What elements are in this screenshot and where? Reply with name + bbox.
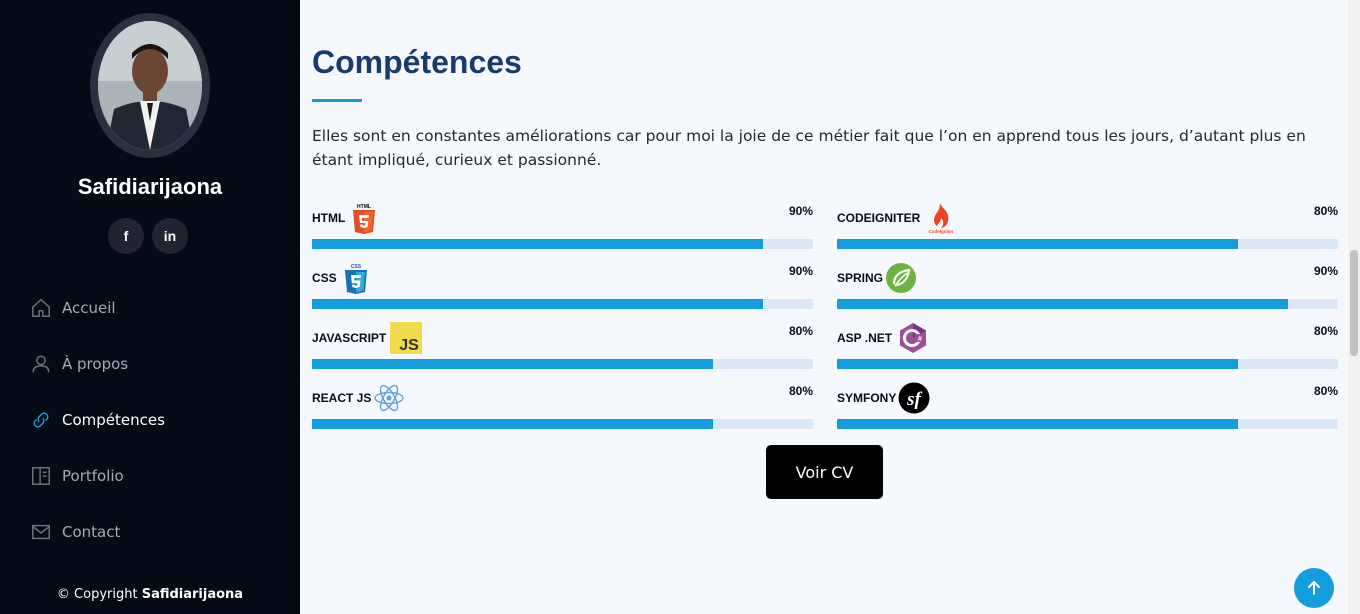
skill-percent: 80% bbox=[1313, 384, 1338, 398]
user-icon bbox=[32, 355, 50, 373]
svg-text:HTML: HTML bbox=[357, 204, 371, 210]
progress-fill bbox=[837, 359, 1238, 369]
codeigniter-icon: CodeIgniter bbox=[926, 201, 956, 235]
skill-label: ASP .NET bbox=[837, 331, 893, 345]
symfony-icon: sf bbox=[898, 382, 930, 414]
progress-bar bbox=[312, 239, 813, 249]
nav-label: Contact bbox=[62, 523, 121, 541]
skill-css: CSS CSS 90% bbox=[312, 260, 813, 320]
progress-fill bbox=[837, 239, 1238, 249]
skill-label: JAVASCRIPT bbox=[312, 331, 387, 345]
skill-label: SPRING bbox=[837, 271, 884, 285]
progress-bar bbox=[312, 359, 813, 369]
avatar bbox=[98, 21, 202, 150]
css3-icon: CSS bbox=[343, 262, 369, 294]
javascript-icon: JS bbox=[390, 322, 423, 354]
skills-left: HTML HTML 90% CSS CSS 90% JAVASCRIPT JS bbox=[312, 200, 813, 440]
arrow-up-icon bbox=[1308, 581, 1320, 595]
skill-percent: 80% bbox=[1313, 204, 1338, 218]
skill-percent: 80% bbox=[788, 384, 813, 398]
progress-fill bbox=[837, 419, 1238, 429]
nav-label: Accueil bbox=[62, 299, 116, 317]
intro-text: Elles sont en constantes améliorations c… bbox=[312, 127, 1306, 169]
copyright-prefix: © Copyright bbox=[56, 587, 138, 602]
nav-item-contact[interactable]: Contact bbox=[30, 504, 165, 560]
nav-menu: Accueil À propos Compétences Portfolio C… bbox=[30, 280, 165, 560]
csharp-icon: # bbox=[898, 322, 928, 354]
link-icon bbox=[33, 412, 49, 428]
skill-percent: 80% bbox=[788, 324, 813, 338]
skill-percent: 80% bbox=[1313, 324, 1338, 338]
copyright-name: Safidiarijaona bbox=[141, 587, 244, 602]
progress-fill bbox=[312, 359, 713, 369]
progress-fill bbox=[837, 299, 1288, 309]
skill-aspnet: ASP .NET # 80% bbox=[837, 320, 1338, 380]
skill-symfony: SYMFONY sf 80% bbox=[837, 380, 1338, 440]
skill-percent: 90% bbox=[788, 204, 813, 218]
nav-item-competences[interactable]: Compétences bbox=[30, 392, 165, 448]
progress-bar bbox=[837, 299, 1338, 309]
svg-text:#: # bbox=[918, 336, 922, 343]
svg-text:CodeIgniter: CodeIgniter bbox=[929, 229, 954, 234]
facebook-icon[interactable]: f bbox=[108, 218, 144, 254]
skill-label: SYMFONY bbox=[837, 391, 897, 405]
profile-name: Safidiarijaona bbox=[77, 174, 223, 199]
title-underline bbox=[312, 99, 362, 102]
skills-right: CODEIGNITER CodeIgniter 80% SPRING 90% A… bbox=[837, 200, 1338, 440]
nav-label: À propos bbox=[62, 355, 129, 373]
voir-cv-button[interactable]: Voir CV bbox=[766, 445, 883, 499]
react-icon bbox=[373, 384, 405, 412]
html5-icon: HTML bbox=[351, 202, 377, 234]
skill-react: REACT JS 80% bbox=[312, 380, 813, 440]
skill-spring: SPRING 90% bbox=[837, 260, 1338, 320]
scrollbar-thumb[interactable] bbox=[1350, 250, 1358, 356]
copyright: © Copyright Safidiarijaona bbox=[0, 587, 300, 602]
nav-item-accueil[interactable]: Accueil bbox=[30, 280, 165, 336]
skill-percent: 90% bbox=[788, 264, 813, 278]
sidebar: Safidiarijaona f in Accueil À propos Com… bbox=[0, 0, 300, 614]
social-links: f in bbox=[108, 218, 188, 254]
svg-text:sf: sf bbox=[906, 389, 922, 410]
nav-item-portfolio[interactable]: Portfolio bbox=[30, 448, 165, 504]
linkedin-icon[interactable]: in bbox=[152, 218, 188, 254]
portfolio-icon bbox=[32, 467, 50, 485]
progress-bar bbox=[837, 239, 1338, 249]
back-to-top-button[interactable] bbox=[1294, 568, 1334, 608]
progress-fill bbox=[312, 299, 763, 309]
progress-bar bbox=[837, 359, 1338, 369]
skill-label: CSS bbox=[312, 271, 337, 285]
nav-label: Compétences bbox=[62, 411, 165, 429]
spring-icon bbox=[885, 262, 917, 294]
progress-bar bbox=[837, 419, 1338, 429]
avatar-frame bbox=[90, 13, 210, 158]
progress-fill bbox=[312, 419, 713, 429]
progress-fill bbox=[312, 239, 763, 249]
skill-label: HTML bbox=[312, 211, 346, 225]
home-icon bbox=[32, 298, 50, 317]
skill-label: REACT JS bbox=[312, 391, 372, 405]
skill-percent: 90% bbox=[1313, 264, 1338, 278]
skill-label: CODEIGNITER bbox=[837, 211, 921, 225]
skill-html: HTML HTML 90% bbox=[312, 200, 813, 260]
mail-icon bbox=[32, 524, 50, 540]
skill-javascript: JAVASCRIPT JS 80% bbox=[312, 320, 813, 380]
svg-text:CSS: CSS bbox=[351, 264, 362, 270]
scrollbar[interactable] bbox=[1348, 0, 1360, 614]
svg-text:JS: JS bbox=[399, 337, 419, 354]
nav-label: Portfolio bbox=[62, 467, 124, 485]
skill-codeigniter: CODEIGNITER CodeIgniter 80% bbox=[837, 200, 1338, 260]
progress-bar bbox=[312, 299, 813, 309]
progress-bar bbox=[312, 419, 813, 429]
page-title: Compétences bbox=[312, 44, 522, 80]
nav-item-a-propos[interactable]: À propos bbox=[30, 336, 165, 392]
